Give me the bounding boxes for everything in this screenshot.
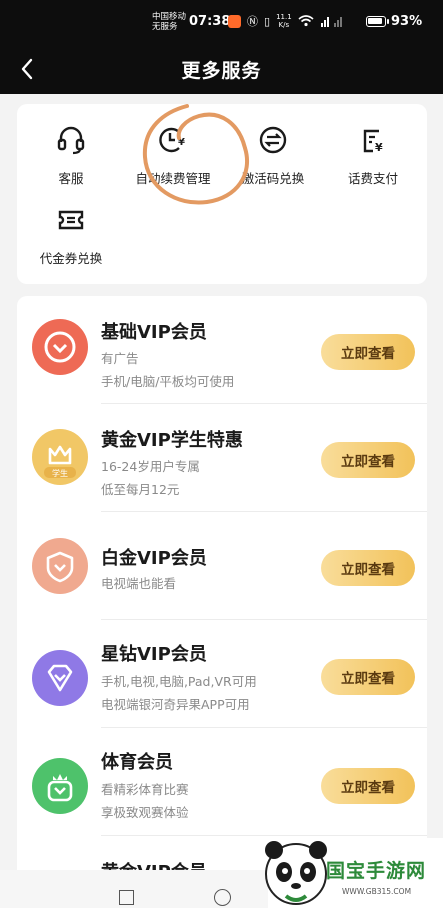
vip-desc-1: 看精彩体育比赛 (101, 782, 189, 797)
vip-title: 黄金VIP学生特惠 (101, 430, 243, 451)
header-bar: 更多服务 (0, 44, 443, 94)
vip-title: 白金VIP会员 (101, 548, 207, 569)
vip-basic-badge-icon (32, 319, 88, 375)
vip-desc-2: 享极致观赛体验 (101, 805, 189, 820)
vip-item-sports[interactable]: 体育会员 看精彩体育比赛 享极致观赛体验 立即查看 (17, 728, 427, 836)
vip-desc-2: 电视端银河奇异果APP可用 (101, 697, 250, 712)
carrier-name: 中国移动 (152, 12, 187, 22)
svg-text:¥: ¥ (375, 141, 383, 154)
vip-item-basic[interactable]: 基础VIP会员 有广告 手机/电脑/平板均可使用 立即查看 (17, 296, 427, 404)
status-icons: Ⓝ ▯ 11.1 K/s (228, 13, 346, 29)
vibrate-icon: ▯ (264, 14, 271, 28)
voucher-icon (58, 210, 84, 230)
app-notification-icon (228, 14, 241, 28)
nfc-icon: Ⓝ (247, 15, 258, 28)
page-title: 更多服务 (181, 60, 262, 82)
vip-platinum-badge-icon (32, 538, 88, 594)
exchange-icon (259, 126, 287, 154)
watermark-text: 国宝手游网 (326, 860, 427, 882)
vip-list: 基础VIP会员 有广告 手机/电脑/平板均可使用 立即查看 学生 黄金VIP学生… (17, 296, 427, 908)
vip-title: 基础VIP会员 (101, 322, 207, 343)
service-label: 话费支付 (347, 171, 398, 186)
service-customer-support[interactable]: 客服 (21, 124, 121, 194)
services-card: 客服 ¥ 自动续费管理 激活码兑换 ¥ 话费支付 代金券兑换 (17, 104, 427, 284)
vip-item-platinum[interactable]: 白金VIP会员 电视端也能看 立即查看 (17, 512, 427, 620)
carrier-status: 无服务 (152, 22, 178, 32)
vip-item-diamond[interactable]: 星钻VIP会员 手机,电视,电脑,Pad,VR可用 电视端银河奇异果APP可用 … (17, 620, 427, 728)
status-bar: 中国移动 无服务 07:38 Ⓝ ▯ 11.1 K/s 93% (0, 0, 443, 44)
vip-desc-1: 手机,电视,电脑,Pad,VR可用 (101, 674, 257, 689)
battery-percent: 93% (391, 14, 423, 29)
vip-item-gold-student[interactable]: 学生 黄金VIP学生特惠 16-24岁用户专属 低至每月12元 立即查看 (17, 404, 427, 512)
vip-desc-1: 电视端也能看 (101, 576, 177, 591)
home-button[interactable] (214, 889, 231, 906)
view-now-button[interactable]: 立即查看 (321, 334, 415, 370)
view-now-button[interactable]: 立即查看 (321, 768, 415, 804)
watermark-url: WWW.GB315.COM (342, 887, 412, 896)
vip-student-badge-icon: 学生 (32, 429, 88, 485)
battery-tip (387, 19, 389, 24)
service-phone-bill-pay[interactable]: ¥ 话费支付 (323, 124, 423, 194)
headset-icon (57, 126, 85, 155)
battery-icon (366, 16, 386, 27)
vip-diamond-badge-icon (32, 650, 88, 706)
service-label: 客服 (58, 171, 84, 186)
speed-unit: K/s (278, 21, 290, 29)
clock: 07:38 (189, 14, 231, 29)
wifi-icon (298, 15, 314, 27)
view-now-button[interactable]: 立即查看 (321, 550, 415, 586)
view-now-button[interactable]: 立即查看 (321, 659, 415, 695)
service-label: 代金券兑换 (39, 251, 103, 266)
service-voucher-exchange[interactable]: 代金券兑换 (21, 204, 121, 274)
vip-desc-1: 有广告 (101, 351, 139, 366)
bill-yen-icon: ¥ (363, 129, 383, 154)
handdrawn-annotation-circle (142, 104, 249, 205)
signal-icon (320, 17, 342, 27)
carrier-info: 中国移动 无服务 (152, 12, 186, 32)
network-speed: 11.1 K/s (276, 13, 292, 29)
recent-apps-button[interactable] (119, 890, 134, 905)
vip-desc-1: 16-24岁用户专属 (101, 459, 200, 474)
vip-title: 体育会员 (101, 752, 173, 773)
vip-sports-badge-icon (32, 758, 88, 814)
view-now-button[interactable]: 立即查看 (321, 442, 415, 478)
student-tag: 学生 (52, 469, 68, 478)
vip-title: 星钻VIP会员 (101, 644, 207, 665)
vip-desc-2: 低至每月12元 (101, 482, 180, 497)
speed-value: 11.1 (276, 13, 292, 21)
vip-desc-2: 手机/电脑/平板均可使用 (101, 374, 235, 389)
